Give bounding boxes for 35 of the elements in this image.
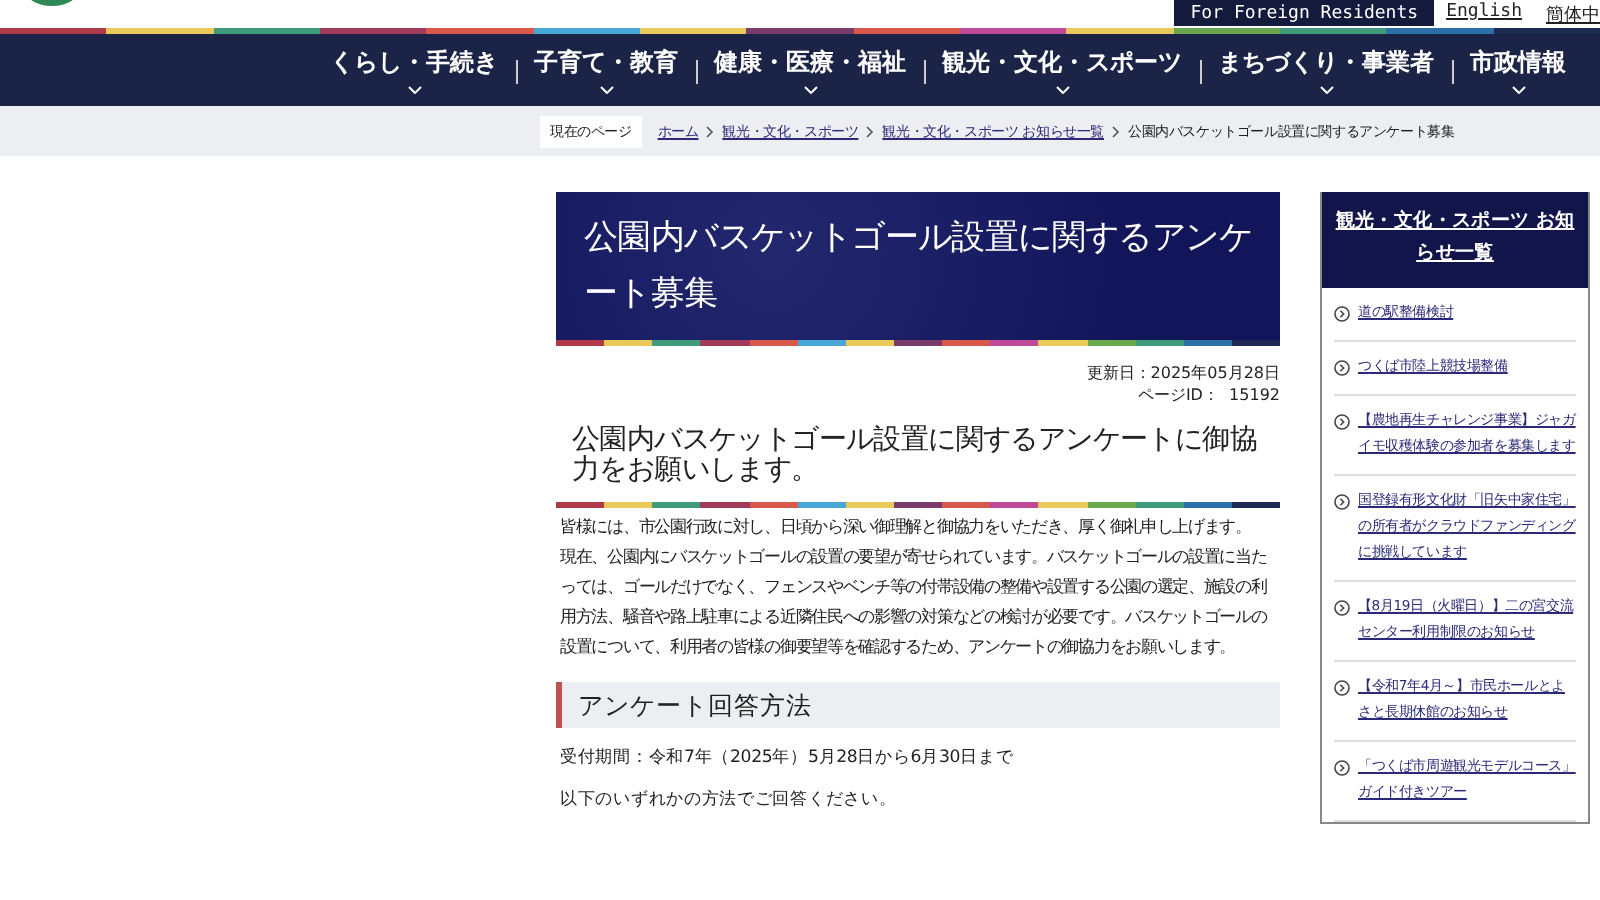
chevron-icon	[1055, 86, 1069, 94]
chinese-link[interactable]: 簡体中	[1534, 0, 1600, 30]
chevron-icon	[866, 125, 875, 137]
circle-arrow-icon	[1334, 600, 1350, 616]
page-id: ページID： 15192	[1135, 384, 1280, 406]
english-link[interactable]: English	[1434, 0, 1534, 24]
section-heading: アンケート回答方法	[556, 682, 1280, 728]
nav-item[interactable]: 市政情報	[1452, 34, 1584, 106]
nav-item[interactable]: まちづくり・事業者	[1200, 34, 1452, 106]
body-text: 以下のいずれかの方法でご回答ください。	[558, 790, 899, 812]
circle-arrow-icon	[1334, 760, 1350, 776]
chevron-icon	[407, 86, 421, 94]
page-title: 公園内バスケットゴール設置に関するアンケート募集	[584, 216, 1252, 318]
chevron-icon	[1112, 125, 1120, 137]
article-heading: 公園内バスケットゴール設置に関するアンケートに御協力をお願いします。	[572, 426, 1260, 486]
circle-arrow-icon	[1334, 360, 1350, 376]
foreign-residents-link[interactable]: For Foreign Residents	[1174, 0, 1435, 26]
nav-item[interactable]: 子育て・教育	[516, 34, 696, 106]
body-paragraph: 皆様には、市公園行政に対し、日頃から深い御理解と御協力をいただき、厚く御礼申し上げます。	[558, 514, 1253, 540]
chevron-icon	[706, 125, 715, 137]
chevron-icon	[1511, 86, 1525, 94]
chevron-icon	[1319, 86, 1333, 94]
nav-item[interactable]: くらし・手続き	[312, 34, 516, 106]
nav-item[interactable]: 観光・文化・スポーツ	[924, 34, 1200, 106]
circle-arrow-icon	[1334, 306, 1350, 322]
nav-item[interactable]: 健康・医療・福祉	[696, 34, 924, 106]
chevron-icon	[599, 86, 613, 94]
chevron-icon	[803, 86, 817, 94]
sidebar-title[interactable]: 観光・文化・スポーツ お知らせ一覧	[1322, 192, 1588, 288]
body-paragraph: 現在、公園内にバスケットゴールの設置の要望が寄せられています。バスケットゴールの設置に当たっては、ゴールだけでなく、フェンスやベンチ等の付帯設備の整備や設置する公園の選定、施設の利用方法、騒音や路上駐車による近隣住民への影響の対策などの検討が必要です。バスケットゴールの設置について、利用者の皆様の御要望等を確認するため、アンケートの御協力をお願いします。	[558, 544, 1269, 660]
updated-date: 更新日：2025年05月28日	[1084, 362, 1280, 384]
circle-arrow-icon	[1334, 414, 1350, 430]
circle-arrow-icon	[1334, 494, 1350, 510]
body-text: 受付期間：令和7年（2025年）5月28日から6月30日まで	[558, 748, 1016, 770]
circle-arrow-icon	[1334, 680, 1350, 696]
